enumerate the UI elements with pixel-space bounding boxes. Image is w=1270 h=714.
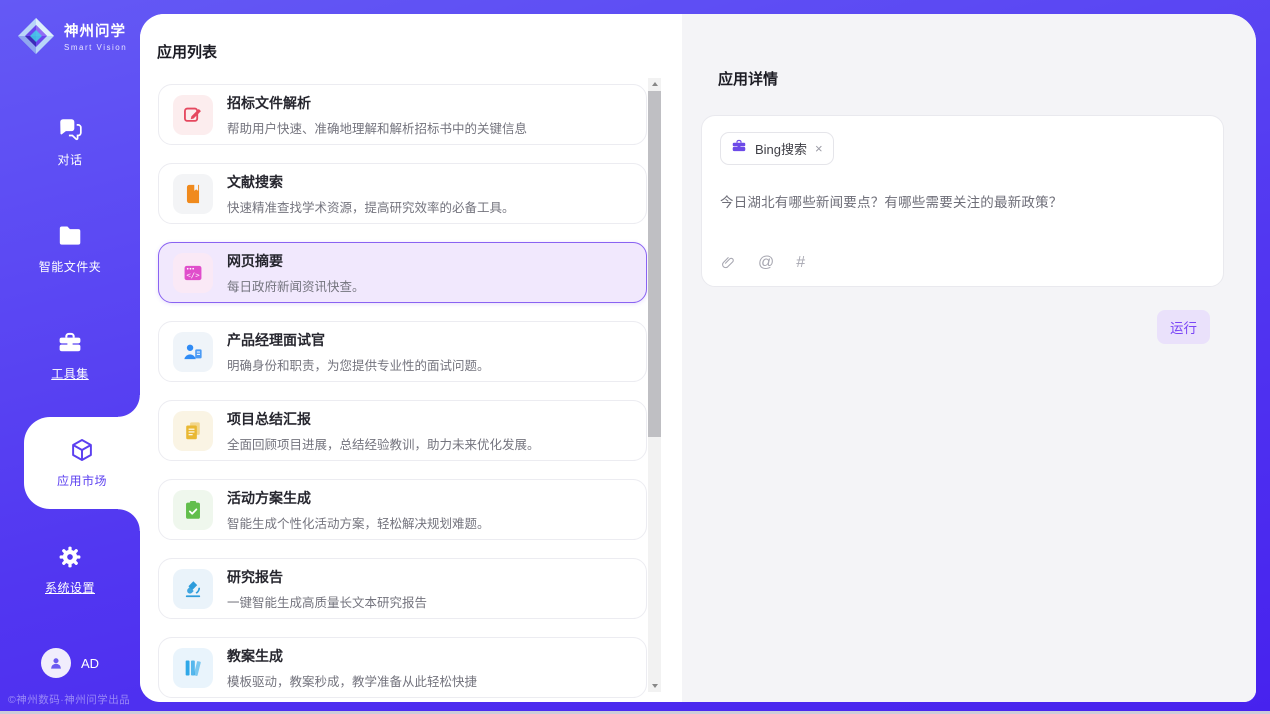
chat-icon — [57, 116, 83, 142]
sidebar-item-toolbox[interactable]: 工具集 — [0, 302, 140, 409]
app-list-item[interactable]: 文献搜索 快速精准查找学术资源，提高研究效率的必备工具。 — [158, 163, 647, 224]
documents-icon — [173, 411, 213, 451]
avatar[interactable] — [41, 648, 71, 678]
app-title: 产品经理面试官 — [227, 330, 490, 350]
scroll-up-button[interactable] — [648, 78, 661, 91]
app-list-item[interactable]: 产品经理面试官 明确身份和职责，为您提供专业性的面试问题。 — [158, 321, 647, 382]
app-title: 教案生成 — [227, 646, 477, 666]
tool-tag-label: Bing搜索 — [755, 139, 807, 158]
briefcase-icon — [731, 138, 747, 159]
app-list-item[interactable]: 招标文件解析 帮助用户快速、准确地理解和解析招标书中的关键信息 — [158, 84, 647, 145]
scrollbar-thumb[interactable] — [648, 91, 661, 437]
app-list-panel: 应用列表 招标文件解析 帮助用户快速、准确地理解和解析招标书中的关键信息 文献搜… — [140, 14, 682, 702]
content-window: 应用列表 招标文件解析 帮助用户快速、准确地理解和解析招标书中的关键信息 文献搜… — [140, 14, 1256, 702]
app-description: 智能生成个性化活动方案，轻松解决规划难题。 — [227, 513, 490, 532]
sidebar-item-gear[interactable]: 系统设置 — [0, 516, 140, 623]
composer-icons: @# — [720, 254, 1205, 272]
app-description: 一键智能生成高质量长文本研究报告 — [227, 592, 427, 611]
toolbox-icon — [57, 330, 83, 356]
app-title: 文献搜索 — [227, 172, 515, 192]
user-row[interactable]: AD — [0, 648, 140, 678]
app-description: 快速精准查找学术资源，提高研究效率的必备工具。 — [227, 197, 515, 216]
sidebar-item-cube[interactable]: 应用市场 — [24, 417, 140, 509]
tool-tag[interactable]: Bing搜索 × — [720, 132, 834, 165]
brand-diamond-icon — [16, 16, 56, 56]
copyright-text: ©神州数码·神州问学出品 — [8, 692, 130, 707]
svg-text:</>: </> — [186, 270, 200, 279]
app-list-title: 应用列表 — [157, 41, 682, 62]
app-description: 全面回顾项目进展，总结经验教训，助力未来优化发展。 — [227, 434, 540, 453]
app-list: 招标文件解析 帮助用户快速、准确地理解和解析招标书中的关键信息 文献搜索 快速精… — [158, 84, 647, 698]
app-title: 网页摘要 — [227, 251, 365, 271]
paperclip-icon[interactable] — [720, 255, 736, 271]
app-title: 研究报告 — [227, 567, 427, 587]
microscope-icon — [173, 569, 213, 609]
app-list-item[interactable]: </> 网页摘要 每日政府新闻资讯快查。 — [158, 242, 647, 303]
interviewer-icon — [173, 332, 213, 372]
browser-code-icon: </> — [173, 253, 213, 293]
sidebar: 神州问学 Smart Vision 对话 智能文件夹 工具集 应用市场 系统设置… — [0, 0, 140, 714]
run-row: 运行 — [701, 310, 1224, 344]
scroll-down-icon — [652, 684, 658, 691]
app-title: 招标文件解析 — [227, 93, 527, 113]
brand-tagline: Smart Vision — [64, 43, 127, 52]
hash-icon[interactable]: # — [796, 254, 805, 272]
app-title: 活动方案生成 — [227, 488, 490, 508]
scroll-down-button[interactable] — [648, 679, 661, 692]
app-description: 帮助用户快速、准确地理解和解析招标书中的关键信息 — [227, 118, 527, 137]
app-list-item[interactable]: 活动方案生成 智能生成个性化活动方案，轻松解决规划难题。 — [158, 479, 647, 540]
app-list-item[interactable]: 项目总结汇报 全面回顾项目进展，总结经验教训，助力未来优化发展。 — [158, 400, 647, 461]
books-icon — [173, 648, 213, 688]
app-description: 模板驱动，教案秒成，教学准备从此轻松快捷 — [227, 671, 477, 690]
sidebar-nav: 对话 智能文件夹 工具集 应用市场 系统设置 — [0, 88, 140, 623]
at-icon[interactable]: @ — [758, 254, 774, 272]
scrollbar[interactable] — [648, 78, 661, 692]
app-list-item[interactable]: 研究报告 一键智能生成高质量长文本研究报告 — [158, 558, 647, 619]
query-text[interactable]: 今日湖北有哪些新闻要点？有哪些需要关注的最新政策？ — [720, 191, 1205, 211]
sidebar-item-chat[interactable]: 对话 — [0, 88, 140, 195]
pen-document-icon — [173, 95, 213, 135]
user-initials: AD — [81, 656, 99, 671]
book-icon — [173, 174, 213, 214]
clipboard-check-icon — [173, 490, 213, 530]
run-button[interactable]: 运行 — [1157, 310, 1210, 344]
app-detail-title: 应用详情 — [718, 68, 1224, 89]
prompt-card: Bing搜索 × 今日湖北有哪些新闻要点？有哪些需要关注的最新政策？ @# — [701, 115, 1224, 287]
folder-icon — [57, 223, 83, 249]
gear-icon — [57, 544, 83, 570]
sidebar-item-folder[interactable]: 智能文件夹 — [0, 195, 140, 302]
app-title: 项目总结汇报 — [227, 409, 540, 429]
scroll-up-icon — [652, 79, 658, 86]
app-list-item[interactable]: 教案生成 模板驱动，教案秒成，教学准备从此轻松快捷 — [158, 637, 647, 698]
app-description: 每日政府新闻资讯快查。 — [227, 276, 365, 295]
cube-icon — [69, 437, 95, 463]
brand-name: 神州问学 — [64, 20, 127, 41]
tag-close-icon[interactable]: × — [815, 142, 823, 155]
app-detail-panel: 应用详情 Bing搜索 × 今日湖北有哪些新闻要点？有哪些需要关注的最新政策？ … — [682, 14, 1256, 702]
app-description: 明确身份和职责，为您提供专业性的面试问题。 — [227, 355, 490, 374]
brand-logo: 神州问学 Smart Vision — [0, 0, 140, 56]
